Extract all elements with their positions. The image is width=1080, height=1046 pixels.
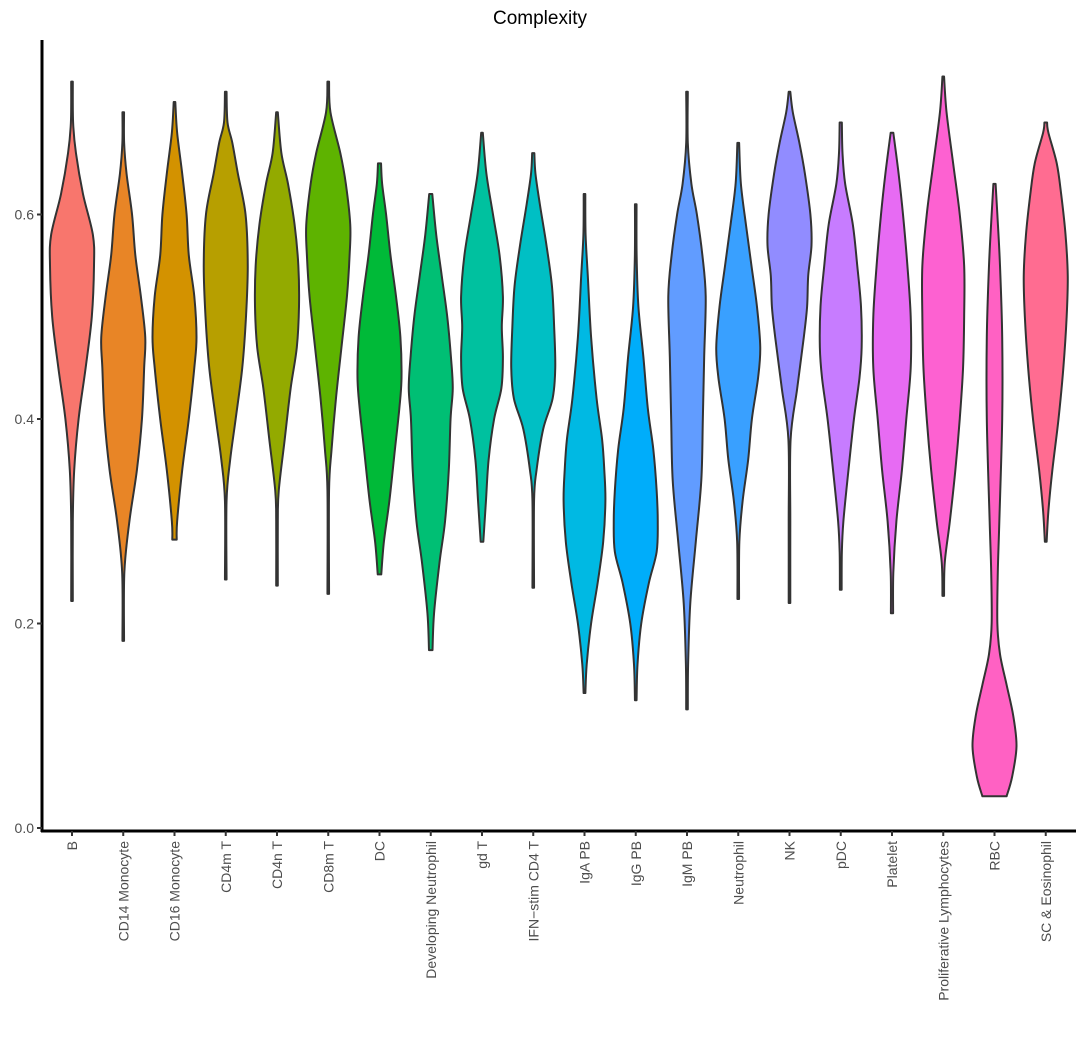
violin-cd4m-t [202,90,249,581]
violin-neutrophil [715,141,762,600]
x-tick-label-neutrophil: Neutrophil [730,841,746,905]
x-tick-label-iga-pb: IgA PB [577,841,593,884]
violins-group [48,75,1069,798]
y-tick-label: 0.4 [15,411,35,427]
x-tick-label-igm-pb: IgM PB [679,841,695,887]
violin-gd-t [460,131,504,543]
violin-cd14-monocyte [100,111,147,642]
violin-ifn-stim-cd4-t [510,152,557,589]
violin-igg-pb [612,203,659,702]
violin-pdc [818,121,863,591]
x-tick-label-cd16-monocyte: CD16 Monocyte [167,841,183,942]
x-axis: B CD14 Monocyte CD16 Monocyte CD4m T CD4n T C… [41,829,1076,1001]
x-tick-label-igg-pb: IgG PB [628,841,644,886]
x-tick-label-proliferative-lymphocytes: Proliferative Lymphocytes [935,841,951,1001]
x-tick-label-cd4n-t: CD4n T [269,841,285,889]
x-tick-label-gd-t: gd T [474,841,490,869]
violin-igm-pb [667,90,707,711]
violin-dc [356,162,403,576]
x-tick-label-cd4m-t: CD4m T [218,841,234,893]
violin-sc-eosinophil [1022,121,1069,543]
violin-cd8m-t [305,80,352,595]
violin-cd16-monocyte [151,101,198,541]
violin-platelet [871,131,913,615]
violin-cd4n-t [253,111,301,587]
x-tick-label-nk: NK [782,840,798,860]
x-tick-label-sc-eosinophil: SC & Eosinophil [1038,841,1054,942]
violin-iga-pb [562,193,607,695]
y-tick-label: 0.2 [15,616,35,632]
violin-nk [766,90,813,605]
x-tick-label-developing-neutrophil: Developing Neutrophil [423,841,439,979]
violin-proliferative-lymphocytes [920,75,966,597]
violin-b [48,80,96,603]
y-axis: 0.0 0.2 0.4 0.6 [15,40,44,836]
y-tick-label: 0.0 [15,820,35,836]
y-tick-label: 0.6 [15,207,35,223]
violin-chart: Complexity 0.0 0.2 0.4 0.6 B CD14 Monocyte CD… [15,8,1076,1001]
x-tick-label-b: B [64,841,80,850]
violin-rbc [971,182,1018,798]
x-tick-label-rbc: RBC [987,841,1003,871]
chart-title: Complexity [493,8,587,29]
x-tick-label-ifn-stim-cd4-t: IFN−stim CD4 T [525,841,541,942]
violin-developing-neutrophil [407,193,454,652]
x-tick-label-cd14-monocyte: CD14 Monocyte [115,841,131,942]
x-tick-label-cd8m-t: CD8m T [320,841,336,893]
x-tick-label-dc: DC [372,841,388,861]
x-tick-label-platelet: Platelet [884,841,900,888]
x-tick-label-pdc: pDC [833,841,849,869]
